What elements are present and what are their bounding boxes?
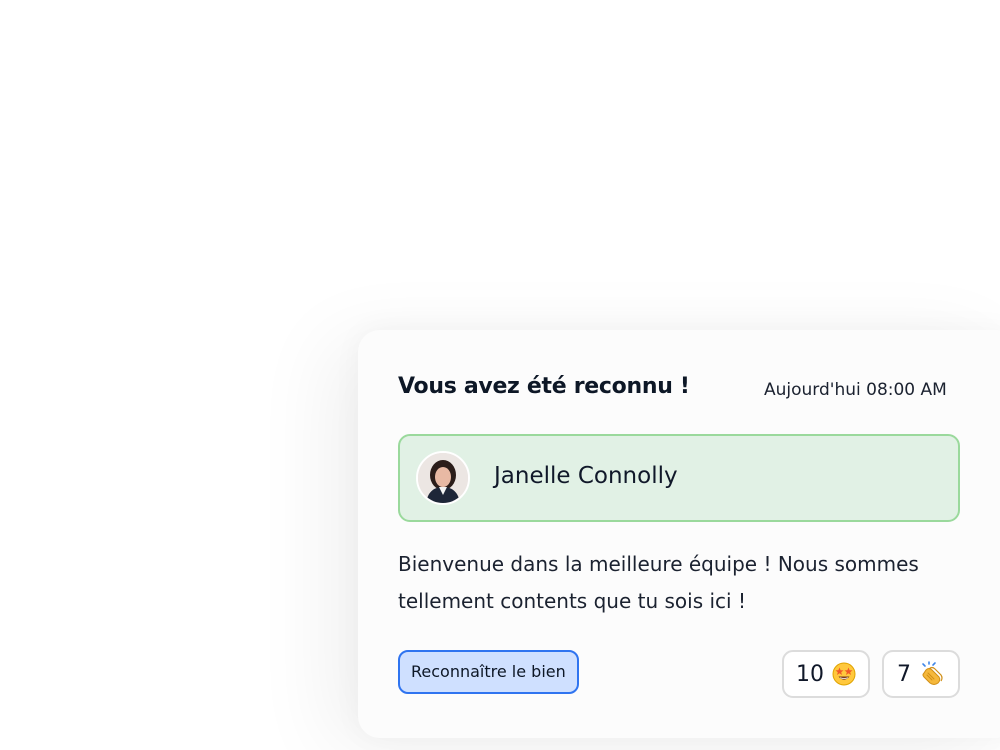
notification-title: Vous avez été reconnu !	[398, 374, 690, 399]
sender-panel[interactable]: Janelle Connolly	[398, 434, 960, 522]
recognize-button[interactable]: Reconnaître le bien	[398, 650, 579, 694]
recognition-message: Bienvenue dans la meilleure équipe ! Nou…	[398, 552, 919, 613]
avatar[interactable]	[416, 451, 470, 505]
reaction-clapping-button[interactable]: 7	[882, 650, 960, 698]
recognition-notification-card: Vous avez été reconnu ! Aujourd'hui 08:0…	[358, 330, 1000, 738]
reaction-count: 10	[796, 661, 824, 687]
notification-timestamp: Aujourd'hui 08:00 AM	[764, 380, 947, 400]
avatar-photo-icon	[418, 453, 468, 503]
clapping-hands-emoji-icon	[919, 661, 945, 687]
reaction-star-struck-button[interactable]: 10	[782, 650, 870, 698]
reaction-count: 7	[897, 661, 911, 687]
sender-name[interactable]: Janelle Connolly	[494, 463, 678, 489]
page-background: Vous avez été reconnu ! Aujourd'hui 08:0…	[0, 0, 1000, 750]
star-struck-emoji-icon	[832, 662, 856, 686]
